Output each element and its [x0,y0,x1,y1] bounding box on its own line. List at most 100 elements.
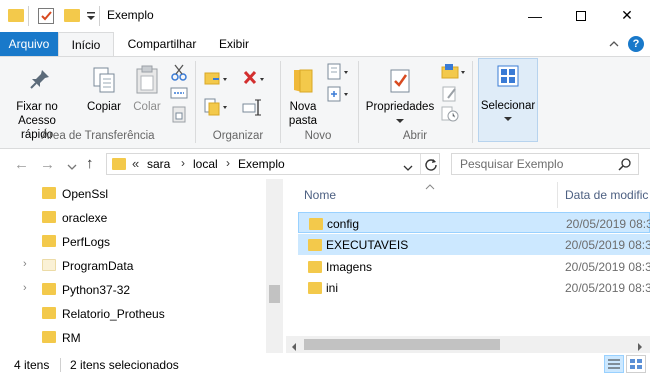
tab-inicio[interactable]: Início [58,32,114,56]
select-label: Selecionar [480,100,536,112]
nav-item-label: PerfLogs [62,235,111,249]
chevron-down-icon [504,117,512,121]
table-row[interactable]: ini 20/05/2019 08:33 [298,277,650,298]
new-item-button[interactable] [326,63,352,81]
horizontal-scrollbar-thumb[interactable] [304,339,500,350]
address-bar[interactable]: « sara › local › Exemplo [106,153,440,175]
table-row[interactable]: EXECUTAVEIS 20/05/2019 08:33 [298,234,650,255]
folder-icon [8,9,24,22]
easy-access-button[interactable] [326,85,352,103]
close-button[interactable]: ✕ [604,0,650,32]
table-row[interactable]: Imagens 20/05/2019 08:33 [298,256,650,277]
column-header-date[interactable]: Data de modific [565,188,648,202]
breadcrumb-sara[interactable]: sara [147,157,170,171]
delete-button[interactable] [242,69,268,89]
copy-button[interactable]: Copiar [84,60,124,128]
chevron-right-icon[interactable]: › [23,282,27,294]
breadcrumb-exemplo[interactable]: Exemplo [238,157,285,171]
new-folder-label-2: pasta [288,115,318,127]
overflow-chevron[interactable]: « [132,156,139,171]
organize-group-label: Organizar [212,130,264,142]
recent-locations-button[interactable] [67,160,77,170]
close-icon: ✕ [621,8,633,24]
folder-icon [42,187,56,199]
folder-icon [42,259,56,271]
chevron-right-icon[interactable]: › [23,258,27,270]
open-group-label: Abrir [402,130,428,142]
nav-item-label: RM [62,331,81,345]
ribbon: Fixar no Acesso rápido Copiar Colar Área… [0,56,650,149]
qat-customize-button[interactable] [86,9,96,23]
nav-item-programdata[interactable]: › ProgramData [0,254,266,278]
nav-item-python37-32[interactable]: › Python37-32 [0,278,266,302]
new-folder-button[interactable]: Nova pasta [284,60,322,128]
refresh-button[interactable] [424,157,438,171]
breadcrumb-local[interactable]: local [193,157,218,171]
up-button[interactable]: ↑ [86,155,94,172]
status-bar: 4 itens 2 itens selecionados [0,353,650,377]
window-title: Exemplo [107,8,154,22]
help-icon: ? [632,38,640,50]
help-button[interactable]: ? [628,36,644,52]
chevron-right-icon [638,343,642,351]
title-bar: Exemplo — ✕ [0,0,650,32]
search-icon[interactable] [618,157,632,171]
column-header-name[interactable]: Nome [304,188,336,202]
tab-exibir[interactable]: Exibir [209,32,259,56]
nav-scrollbar-thumb[interactable] [269,285,280,303]
properties-label: Propriedades [365,101,435,113]
rename-button[interactable] [242,97,264,117]
column-separator[interactable] [557,182,558,208]
move-to-button[interactable] [204,69,230,89]
nav-item-openssl[interactable]: OpenSsl [0,182,266,206]
file-date: 20/05/2019 08:33 [565,281,650,295]
large-icons-view-button[interactable] [626,355,646,373]
tab-arquivo[interactable]: Arquivo [0,32,58,56]
separator [28,6,29,26]
pin-quick-access-button[interactable]: Fixar no Acesso rápido [4,60,70,141]
folder-icon [42,235,56,247]
large-icons-view-icon [630,359,642,369]
new-folder-qat-icon[interactable] [64,9,80,22]
select-button[interactable]: Selecionar [478,58,538,142]
sort-indicator [425,179,435,190]
address-history-button[interactable] [403,161,413,171]
copy-icon [93,67,115,93]
tab-compartilhar[interactable]: Compartilhar [121,32,203,56]
collapse-ribbon-button[interactable] [608,38,620,50]
folder-icon [308,282,322,294]
copy-path-button[interactable] [170,85,188,101]
edit-button[interactable] [440,85,460,103]
pin-icon [30,70,49,89]
open-button[interactable] [440,63,468,81]
copy-to-button[interactable] [204,97,230,117]
paste-button[interactable]: Colar [128,60,166,128]
properties-qat-icon[interactable] [38,8,54,24]
nav-item-perflogs[interactable]: PerfLogs [0,230,266,254]
back-button[interactable]: ← [14,156,29,173]
cut-button[interactable] [170,63,188,81]
folder-icon [308,261,322,273]
nav-item-rm[interactable]: RM [0,326,266,350]
nav-pane-scrollbar[interactable] [266,179,283,353]
nav-item-label: Relatorio_Protheus [62,307,165,321]
nav-item-label: OpenSsl [62,187,109,201]
paste-shortcut-button[interactable] [170,105,188,123]
folder-icon [112,158,126,170]
scroll-left-button[interactable] [290,340,298,351]
new-group-label: Novo [304,130,332,142]
forward-button[interactable]: → [40,156,55,173]
history-button[interactable] [440,105,460,123]
properties-button[interactable]: Propriedades [364,60,436,128]
nav-item-relatorio-protheus[interactable]: Relatorio_Protheus [0,302,266,326]
nav-item-oraclexe[interactable]: oraclexe [0,206,266,230]
maximize-button[interactable] [558,0,604,32]
details-view-button[interactable] [604,355,624,373]
scroll-right-button[interactable] [636,340,644,351]
search-box[interactable]: Pesquisar Exemplo [451,153,639,175]
table-row[interactable]: config 20/05/2019 08:33 [298,212,650,233]
separator [99,6,100,26]
minimize-button[interactable]: — [512,0,558,32]
select-icon [497,65,519,87]
search-input[interactable]: Pesquisar Exemplo [460,157,563,171]
